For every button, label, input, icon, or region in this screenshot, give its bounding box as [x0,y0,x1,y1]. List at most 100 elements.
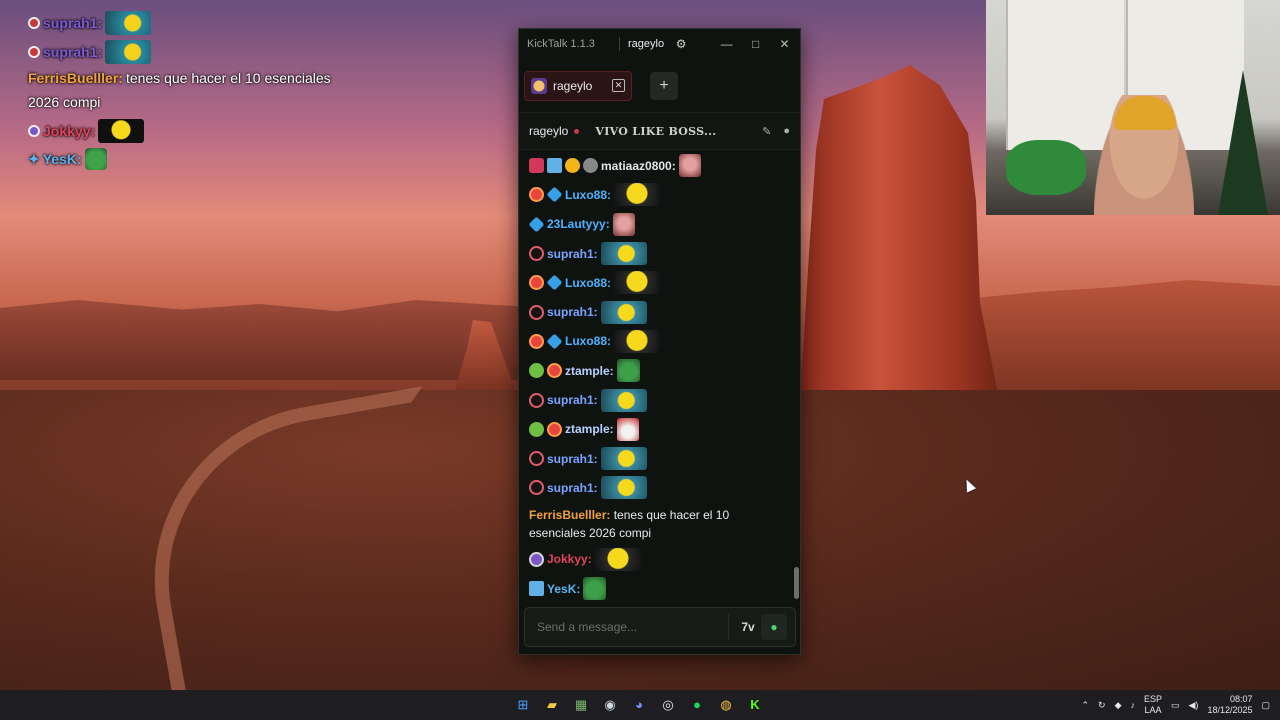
app-icon[interactable]: ▦ [570,694,592,716]
kicktalk-window: KickTalk 1.1.3 rageylo ⚙ — □ ✕ rageylo ✕… [518,28,801,655]
username[interactable]: Luxo88: [565,188,611,202]
wallpaper-mesa [800,65,1000,405]
gear-icon[interactable]: ⚙ [674,37,688,51]
overlay-username: suprah1: [43,15,103,31]
start-icon[interactable]: ⊞ [512,694,534,716]
chat-message: YesK: [529,574,802,601]
username[interactable]: 23Lautyyy: [547,217,610,231]
tab-label: rageylo [553,78,593,93]
subscriber-badge-icon [529,551,544,567]
emote-icon [678,154,701,178]
cube-badge-icon [546,274,563,291]
close-button[interactable]: ✕ [770,37,799,51]
minion-emote-icon [594,547,641,571]
overlay-message: Jokkyy: [28,119,145,143]
live-indicator-icon [574,128,580,134]
sync-icon[interactable]: ↻ [1098,700,1106,711]
chat-message: suprah1: [529,297,802,326]
taskbar-apps: ⊞ ▰ ▦ ◉ ◕ ◎ ● ◍ K [512,694,766,716]
username[interactable]: suprah1: [547,305,598,319]
channel-name: rageylo [529,124,569,138]
minion-emote-icon [614,329,661,353]
username[interactable]: suprah1: [547,452,598,466]
overlay-text: 2026 compi [28,94,101,110]
file-explorer-icon[interactable]: ▰ [541,694,563,716]
chat-message: suprah1: [529,444,802,473]
security-icon[interactable]: ◆ [1115,700,1122,711]
username[interactable]: FerrisBuelller: [529,508,610,522]
chat-message: ztample: [529,415,802,444]
username[interactable]: Luxo88: [565,334,611,348]
maximize-button[interactable]: □ [741,37,770,51]
subscriber-badge-icon [529,304,544,320]
subscriber-badge-icon [28,46,40,58]
chat-message: Luxo88: [529,180,802,209]
pin-badge-icon [547,158,562,174]
minimize-button[interactable]: — [712,37,741,51]
composer-separator [728,614,729,640]
account-name[interactable]: rageylo [628,38,664,50]
microphone-icon[interactable]: ♪ [1130,700,1135,710]
subscriber-badge-icon [529,392,544,408]
add-tab-button[interactable]: + [650,71,678,100]
volume-icon[interactable]: ◀) [1189,700,1199,711]
alien-badge-icon [529,421,544,437]
pin-badge-icon: ✦ [28,150,40,167]
chat-scrollbar[interactable] [794,567,799,599]
seventv-emote-button[interactable]: 7v [735,614,761,640]
taskbar: ⊞ ▰ ▦ ◉ ◕ ◎ ● ◍ K ⌃ ↻ ◆ ♪ ESP LAA ▭ ◀) 0… [0,690,1280,720]
username[interactable]: suprah1: [547,247,598,261]
obs-icon[interactable]: ◎ [657,694,679,716]
stream-title: VIVO LIKE BOSS... [595,124,717,138]
close-tab-icon[interactable]: ✕ [612,79,625,92]
network-icon[interactable]: ▭ [1171,700,1180,711]
kick-emote-icon[interactable]: ● [761,614,787,640]
cube-badge-icon [546,186,563,203]
santa-emote-icon [616,417,639,441]
username[interactable]: ztample: [565,364,614,378]
chrome-icon[interactable]: ◍ [715,694,737,716]
pin-badge-icon [529,581,544,596]
message-input[interactable] [537,620,728,634]
username[interactable]: Jokkyy: [547,552,592,566]
emote-icon [105,40,152,64]
channel-tabs: rageylo ✕ + [519,59,800,113]
kicktalk-taskbar-icon[interactable]: K [744,694,766,716]
channel-avatar [531,77,547,94]
date: 18/12/2025 [1207,705,1253,715]
chat-message: suprah1: [529,385,802,414]
language-indicator[interactable]: ESP LAA [1144,694,1162,716]
frog-emote-icon [84,148,107,170]
discord-icon[interactable]: ◕ [628,694,650,716]
keyboard-layout: LAA [1144,705,1162,715]
chat-message: 23Lautyyy: [528,210,802,239]
gift-badge-icon [565,158,580,174]
cube-badge-icon [546,333,563,350]
tab-rageylo[interactable]: rageylo ✕ [524,70,632,101]
subscriber-badge-icon [547,363,562,379]
emote-icon [600,242,647,266]
pin-icon[interactable]: ✎ [762,125,771,138]
user-icon[interactable]: ● [783,125,790,137]
chat-message: Luxo88: [529,327,802,356]
channel-header: rageylo VIVO LIKE BOSS... ✎ ● [519,113,800,150]
wallpaper-ridge-left [0,300,520,380]
username[interactable]: suprah1: [547,481,598,495]
username[interactable]: Luxo88: [565,276,611,290]
steam-icon[interactable]: ◉ [599,694,621,716]
username[interactable]: ztample: [565,422,614,436]
emote-icon [105,11,152,35]
username[interactable]: YesK: [547,582,580,596]
clock[interactable]: 08:07 18/12/2025 [1207,694,1252,716]
subscriber-badge-icon [529,187,544,203]
subscriber-badge-icon [529,246,544,262]
emote-icon [612,212,635,236]
notification-icon[interactable]: ▢ [1261,700,1270,711]
chat-messages[interactable]: matiaaz0800: Luxo88: 23Lautyyy: suprah1:… [519,151,802,601]
username[interactable]: suprah1: [547,393,598,407]
time: 08:07 [1229,694,1253,704]
overlay-username: suprah1: [43,44,103,60]
username[interactable]: matiaaz0800: [601,159,676,173]
chevron-up-icon[interactable]: ⌃ [1081,700,1089,711]
spotify-icon[interactable]: ● [686,694,708,716]
